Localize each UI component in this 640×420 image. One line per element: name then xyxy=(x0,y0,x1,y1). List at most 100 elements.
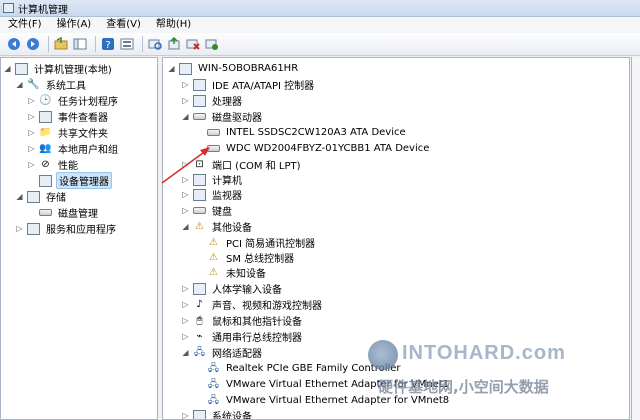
device-item[interactable]: INTEL SSDSC2CW120A3 ATA Device xyxy=(195,125,408,140)
device-category-label: IDE ATA/ATAPI 控制器 xyxy=(212,81,315,92)
device-category[interactable]: ▷ 🖱 鼠标和其他指针设备 xyxy=(181,313,304,329)
expand-toggle-icon[interactable]: ▷ xyxy=(181,411,190,419)
device-item-label: SM 总线控制器 xyxy=(226,254,295,265)
collapse-toggle-icon[interactable]: ◢ xyxy=(181,112,190,121)
tree-item-shared-folders[interactable]: ▷ 📁 共享文件夹 xyxy=(27,125,110,141)
tree-item-device-manager[interactable]: 设备管理器 xyxy=(27,172,112,189)
device-category[interactable]: ▷ IDE ATA/ATAPI 控制器 xyxy=(181,77,316,92)
device-item[interactable]: 🖧 VMware Virtual Ethernet Adapter for VM… xyxy=(195,377,451,392)
network-card-icon: 🖧 xyxy=(207,394,220,406)
expand-toggle-icon[interactable]: ▷ xyxy=(27,128,36,137)
device-item[interactable]: ⚠ PCI 简易通讯控制器 xyxy=(195,235,317,251)
services-icon xyxy=(27,222,40,235)
expand-toggle-icon[interactable]: ▷ xyxy=(181,160,190,169)
forward-icon[interactable] xyxy=(25,36,41,52)
device-category[interactable]: ▷ 人体学输入设备 xyxy=(181,281,284,296)
expand-toggle-icon[interactable]: ▷ xyxy=(181,206,190,215)
device-category[interactable]: ◢ 磁盘驱动器 xyxy=(181,109,264,124)
menu-file[interactable]: 文件(F) xyxy=(0,17,49,33)
scan-hardware-icon[interactable] xyxy=(147,36,163,52)
device-item-label: VMware Virtual Ethernet Adapter for VMne… xyxy=(226,379,450,390)
tree-item-event-viewer[interactable]: ▷ 事件查看器 xyxy=(27,109,110,124)
device-category-label: 人体学输入设备 xyxy=(212,285,282,296)
update-driver-icon[interactable] xyxy=(166,36,182,52)
collapse-toggle-icon[interactable]: ◢ xyxy=(3,64,12,73)
disable-device-icon[interactable] xyxy=(185,36,201,52)
device-tree-label: WIN-5OBOBRA61HR xyxy=(198,63,299,74)
device-item[interactable]: ⚠ 未知设备 xyxy=(195,265,268,281)
collapse-toggle-icon[interactable]: ◢ xyxy=(181,222,190,231)
device-item[interactable]: 🖧 Realtek PCIe GBE Family Controller xyxy=(195,361,403,376)
device-category[interactable]: ▷ 键盘 xyxy=(181,203,234,218)
properties-icon[interactable] xyxy=(119,36,135,52)
ide-controller-icon xyxy=(193,78,206,91)
tree-item-label: 任务计划程序 xyxy=(58,97,118,108)
device-category-label: 网络适配器 xyxy=(212,349,262,360)
menu-action[interactable]: 操作(A) xyxy=(49,17,99,33)
device-category[interactable]: ◢ 🖧 网络适配器 xyxy=(181,345,264,361)
device-item[interactable]: WDC WD2004FBYZ-01YCBB1 ATA Device xyxy=(195,141,431,156)
expand-toggle-icon[interactable]: ▷ xyxy=(181,190,190,199)
device-item[interactable]: ⚠ SM 总线控制器 xyxy=(195,250,296,266)
expand-toggle-icon[interactable]: ▷ xyxy=(181,300,190,309)
tree-item-storage[interactable]: ◢ 存储 xyxy=(15,189,68,204)
device-tree-root[interactable]: ◢ WIN-5OBOBRA61HR xyxy=(167,61,300,76)
tree-item-label: 存储 xyxy=(46,193,66,204)
tree-item-performance[interactable]: ▷ ⊘ 性能 xyxy=(27,157,80,173)
device-category[interactable]: ▷ ⌁ 通用串行总线控制器 xyxy=(181,329,304,345)
tree-item-disk-management[interactable]: 磁盘管理 xyxy=(27,205,100,220)
collapse-toggle-icon[interactable]: ◢ xyxy=(181,348,190,357)
tools-icon: 🔧 xyxy=(27,78,40,90)
window-title: 计算机管理 xyxy=(18,4,68,16)
collapse-toggle-icon[interactable]: ◢ xyxy=(15,80,24,89)
collapse-toggle-icon[interactable]: ◢ xyxy=(15,192,24,201)
console-tree-pane: ◢ 计算机管理(本地) ◢ 🔧 系统工具 ▷ 🕒 任务计划程序 ▷ 事件查看器 … xyxy=(0,57,158,420)
menu-view[interactable]: 查看(V) xyxy=(98,17,148,33)
expand-toggle-icon[interactable]: ▷ xyxy=(181,96,190,105)
svg-text:?: ? xyxy=(105,40,110,51)
device-category[interactable]: ▷ 系统设备 xyxy=(181,408,254,419)
disk-drive-icon xyxy=(193,113,206,120)
tree-item-label: 计算机管理(本地) xyxy=(34,65,112,76)
computer-icon xyxy=(15,62,28,75)
system-devices-icon xyxy=(193,409,206,419)
device-category-label: 端口 (COM 和 LPT) xyxy=(212,161,301,172)
expand-toggle-icon[interactable]: ▷ xyxy=(181,332,190,341)
tree-item-local-users[interactable]: ▷ 👥 本地用户和组 xyxy=(27,141,120,157)
users-icon: 👥 xyxy=(39,142,52,154)
network-adapter-icon: 🖧 xyxy=(193,346,206,358)
expand-toggle-icon[interactable]: ▷ xyxy=(15,224,24,233)
device-category[interactable]: ▷ ♪ 声音、视频和游戏控制器 xyxy=(181,297,324,313)
expand-toggle-icon[interactable]: ▷ xyxy=(181,80,190,89)
tree-item-task-scheduler[interactable]: ▷ 🕒 任务计划程序 xyxy=(27,93,120,109)
device-category[interactable]: ▷ 计算机 xyxy=(181,172,244,187)
tree-item-computer-management[interactable]: ◢ 计算机管理(本地) xyxy=(3,61,114,76)
show-hide-tree-icon[interactable] xyxy=(72,36,88,52)
expand-toggle-icon[interactable]: ▷ xyxy=(27,160,36,169)
collapse-toggle-icon[interactable]: ◢ xyxy=(167,64,176,73)
device-category[interactable]: ▷ ⊡ 端口 (COM 和 LPT) xyxy=(181,157,303,173)
expand-toggle-icon[interactable]: ▷ xyxy=(181,284,190,293)
expand-toggle-icon[interactable]: ▷ xyxy=(181,316,190,325)
help-icon[interactable]: ? xyxy=(100,36,116,52)
warning-device-icon: ⚠ xyxy=(209,266,218,278)
device-category[interactable]: ▷ 处理器 xyxy=(181,93,244,108)
expand-toggle-icon[interactable]: ▷ xyxy=(27,112,36,121)
device-category-label: 其他设备 xyxy=(212,223,252,234)
device-category[interactable]: ◢ ⚠ 其他设备 xyxy=(181,219,254,235)
device-category-label: 计算机 xyxy=(212,176,242,187)
drive-icon xyxy=(207,129,220,136)
uninstall-device-icon[interactable] xyxy=(204,36,220,52)
tree-item-services-applications[interactable]: ▷ 服务和应用程序 xyxy=(15,221,118,236)
device-category[interactable]: ▷ 监视器 xyxy=(181,187,244,202)
up-folder-icon[interactable] xyxy=(53,36,69,52)
expand-toggle-icon[interactable]: ▷ xyxy=(27,96,36,105)
expand-toggle-icon[interactable]: ▷ xyxy=(181,175,190,184)
expand-toggle-icon[interactable]: ▷ xyxy=(27,144,36,153)
device-item[interactable]: 🖧 VMware Virtual Ethernet Adapter for VM… xyxy=(195,393,451,408)
shared-folder-icon: 📁 xyxy=(39,126,52,138)
toolbar: ? xyxy=(0,33,640,56)
menu-help[interactable]: 帮助(H) xyxy=(148,17,198,33)
back-icon[interactable] xyxy=(6,36,22,52)
tree-item-system-tools[interactable]: ◢ 🔧 系统工具 xyxy=(15,77,88,93)
